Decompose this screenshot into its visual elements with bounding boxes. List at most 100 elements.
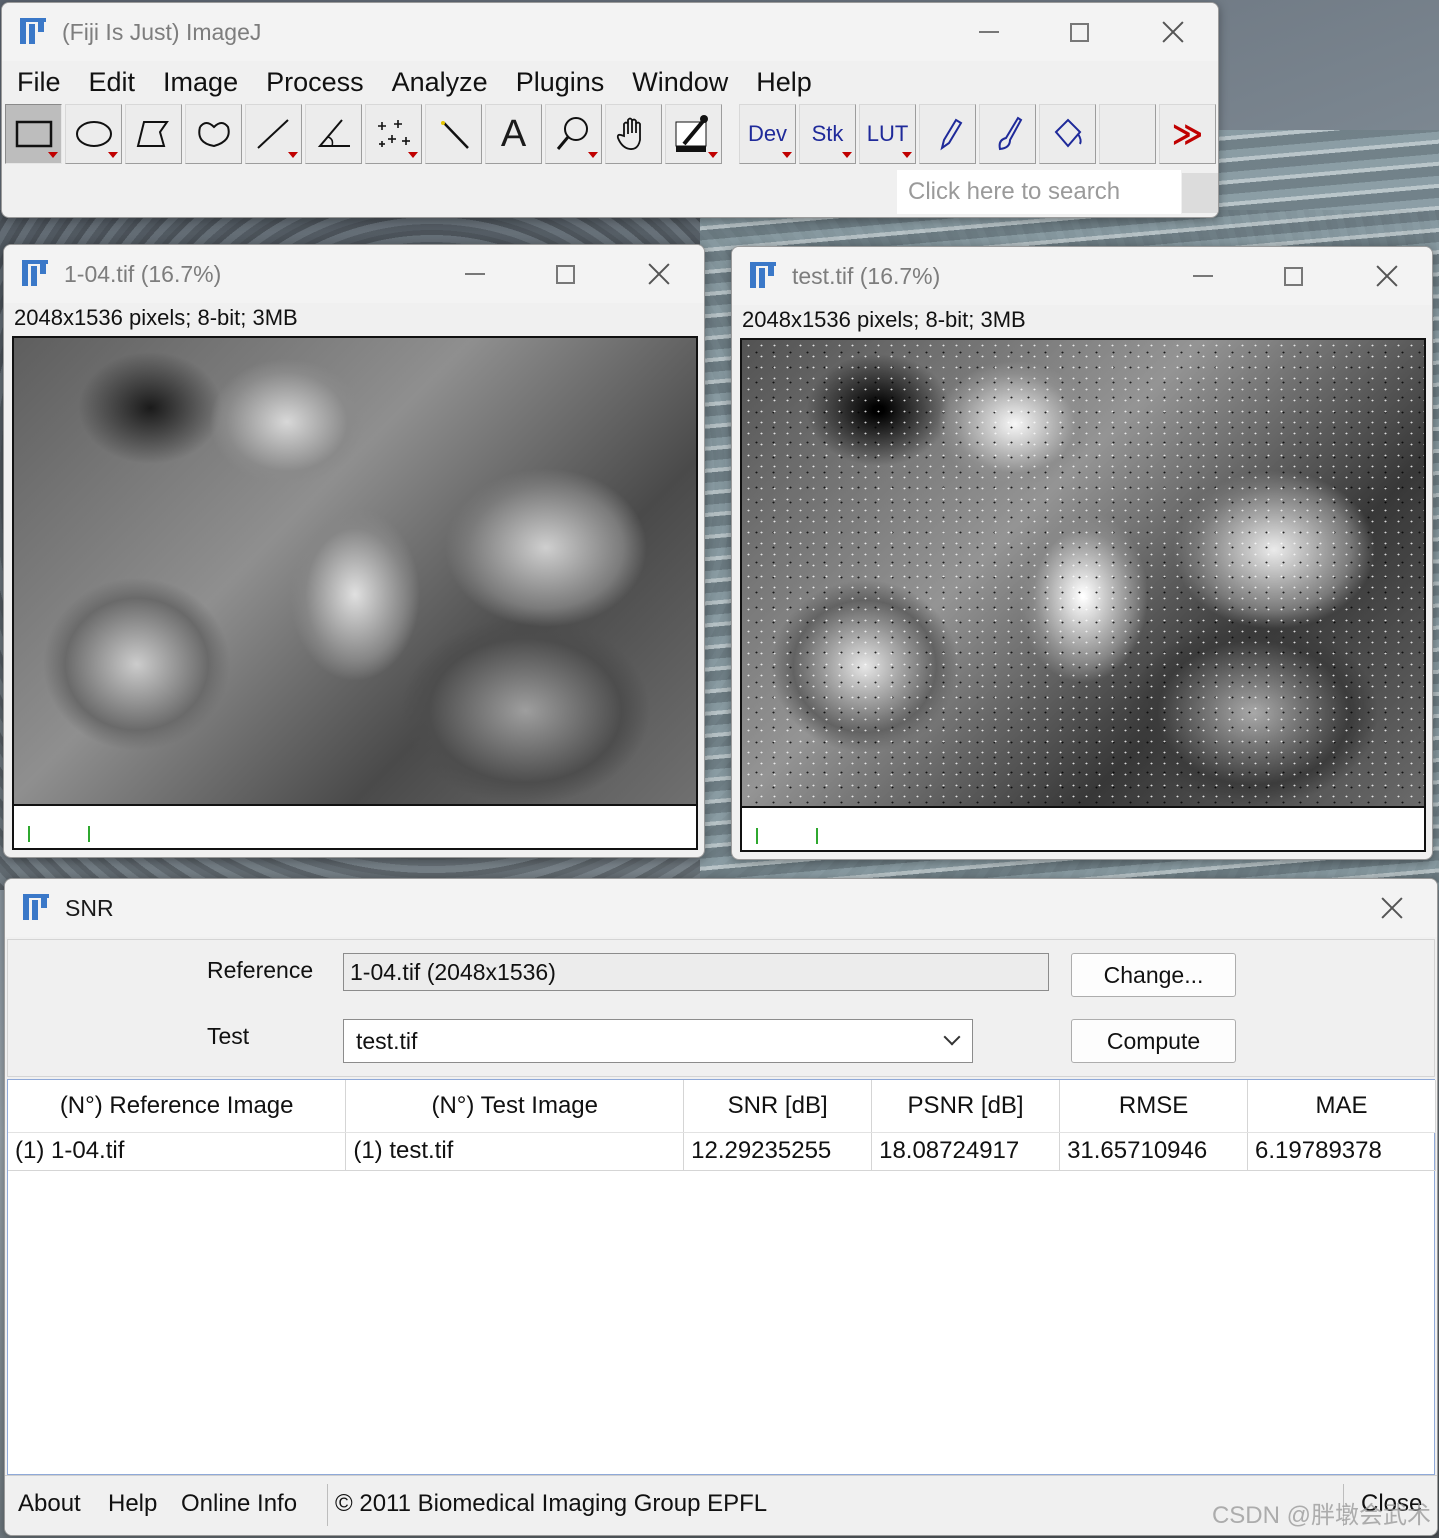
tool-menu-arrow xyxy=(108,152,118,158)
maximize-button[interactable] xyxy=(1248,247,1338,305)
menu-window[interactable]: Window xyxy=(632,67,728,98)
menu-edit[interactable]: Edit xyxy=(89,67,136,98)
image-info: 2048x1536 pixels; 8-bit; 3MB xyxy=(14,305,298,330)
tool-menu-arrow xyxy=(48,152,58,158)
dropper-tool[interactable] xyxy=(665,104,722,164)
point-tool[interactable] xyxy=(365,104,422,164)
test-select-value: test.tif xyxy=(356,1028,418,1054)
window-title: (Fiji Is Just) ImageJ xyxy=(62,18,262,45)
menu-help[interactable]: Help xyxy=(756,67,812,98)
dropper-tool-icon xyxy=(675,115,708,152)
col-psnr[interactable]: PSNR [dB] xyxy=(871,1080,1061,1133)
search-input[interactable]: Click here to search xyxy=(897,170,1181,214)
help-button[interactable]: Help xyxy=(108,1490,157,1518)
point-tool-icon xyxy=(377,120,410,147)
pencil-icon xyxy=(939,118,962,151)
lut-tool[interactable]: LUT xyxy=(859,104,916,164)
menu-analyze[interactable]: Analyze xyxy=(392,67,488,98)
fiji-icon xyxy=(22,260,50,288)
compute-button[interactable]: Compute xyxy=(1071,1019,1236,1063)
col-mae[interactable]: MAE xyxy=(1247,1080,1436,1133)
minimize-button[interactable] xyxy=(944,3,1034,61)
image-window-reference: 1-04.tif (16.7%) 2048x1536 pixels; 8-bit… xyxy=(3,244,705,858)
bucket-icon xyxy=(1054,118,1082,148)
title-bar[interactable]: SNR xyxy=(5,879,1437,937)
results-table: (N°) Reference Image (N°) Test Image SNR… xyxy=(7,1079,1436,1475)
oval-tool[interactable] xyxy=(65,104,122,164)
imagej-main-window: (Fiji Is Just) ImageJ File Edit Image Pr… xyxy=(1,2,1219,218)
polygon-tool[interactable] xyxy=(125,104,182,164)
tool-menu-arrow xyxy=(408,152,418,158)
pencil-tool[interactable] xyxy=(919,104,976,164)
line-tool[interactable] xyxy=(245,104,302,164)
minimize-icon xyxy=(465,273,485,275)
minimize-button[interactable] xyxy=(430,245,520,303)
maximize-icon xyxy=(1069,22,1089,42)
polygon-tool-icon xyxy=(136,121,169,147)
title-bar[interactable]: 1-04.tif (16.7%) xyxy=(4,245,704,303)
image-info: 2048x1536 pixels; 8-bit; 3MB xyxy=(742,307,1026,332)
search-button[interactable] xyxy=(1182,173,1218,213)
close-button[interactable] xyxy=(1342,247,1432,305)
col-reference-image[interactable]: (N°) Reference Image xyxy=(8,1080,347,1133)
angle-tool[interactable] xyxy=(305,104,362,164)
lut-tool-label: LUT xyxy=(866,121,909,146)
stk-tool[interactable]: Stk xyxy=(799,104,856,164)
cell-mae: 6.19789378 xyxy=(1247,1132,1436,1171)
freehand-tool-icon xyxy=(197,122,230,148)
close-icon xyxy=(1376,265,1398,287)
dev-tool[interactable]: Dev xyxy=(739,104,796,164)
title-bar[interactable]: test.tif (16.7%) xyxy=(732,247,1432,305)
maximize-button[interactable] xyxy=(520,245,610,303)
table-header: (N°) Reference Image (N°) Test Image SNR… xyxy=(8,1080,1436,1133)
col-test-image[interactable]: (N°) Test Image xyxy=(345,1080,685,1133)
menu-plugins[interactable]: Plugins xyxy=(516,67,605,98)
close-button[interactable] xyxy=(1128,3,1218,61)
snr-form: Reference 1-04.tif (2048x1536) Change...… xyxy=(7,939,1435,1077)
copyright-text: © 2011 Biomedical Imaging Group EPFL xyxy=(335,1490,768,1517)
magnifier-tool[interactable] xyxy=(545,104,602,164)
close-button[interactable] xyxy=(1347,879,1437,937)
title-bar[interactable]: (Fiji Is Just) ImageJ xyxy=(2,3,1218,61)
cell-reference-image: (1) 1-04.tif xyxy=(8,1132,347,1171)
menu-process[interactable]: Process xyxy=(266,67,364,98)
line-tool-icon xyxy=(256,119,289,149)
image-canvas[interactable] xyxy=(12,336,698,850)
maximize-button[interactable] xyxy=(1034,3,1124,61)
col-snr[interactable]: SNR [dB] xyxy=(683,1080,873,1133)
minimize-button[interactable] xyxy=(1158,247,1248,305)
menu-file[interactable]: File xyxy=(17,67,61,98)
chevron-down-icon xyxy=(943,1028,961,1046)
close-button[interactable] xyxy=(614,245,704,303)
text-tool[interactable]: A xyxy=(485,104,542,164)
reference-field[interactable]: 1-04.tif (2048x1536) xyxy=(343,953,1049,991)
online-info-button[interactable]: Online Info xyxy=(181,1490,297,1518)
brush-tool[interactable] xyxy=(979,104,1036,164)
window-title: SNR xyxy=(65,894,114,921)
rectangle-tool[interactable] xyxy=(5,104,62,164)
cell-test-image: (1) test.tif xyxy=(345,1132,685,1171)
reference-label: Reference xyxy=(207,957,314,983)
fiji-icon xyxy=(750,262,778,290)
col-rmse[interactable]: RMSE xyxy=(1059,1080,1249,1133)
freehand-tool[interactable] xyxy=(185,104,242,164)
brush-icon xyxy=(998,116,1022,151)
about-button[interactable]: About xyxy=(18,1490,81,1518)
close-icon xyxy=(1381,897,1403,919)
fiji-icon xyxy=(20,18,48,46)
fiji-icon xyxy=(23,894,51,922)
test-select[interactable]: test.tif xyxy=(343,1019,973,1063)
image-noise xyxy=(742,340,1424,850)
tool-menu-arrow xyxy=(288,152,298,158)
sem-image xyxy=(14,338,696,804)
change-button[interactable]: Change... xyxy=(1071,953,1236,997)
image-canvas[interactable] xyxy=(740,338,1426,852)
flood-fill-tool[interactable] xyxy=(1039,104,1096,164)
hand-tool[interactable] xyxy=(605,104,662,164)
more-tools-button[interactable]: ≫ xyxy=(1159,104,1216,164)
tool-menu-arrow xyxy=(842,152,852,158)
close-icon xyxy=(648,263,670,285)
wand-tool[interactable] xyxy=(425,104,482,164)
table-row[interactable]: (1) 1-04.tif (1) test.tif 12.29235255 18… xyxy=(8,1132,1436,1171)
menu-image[interactable]: Image xyxy=(163,67,238,98)
